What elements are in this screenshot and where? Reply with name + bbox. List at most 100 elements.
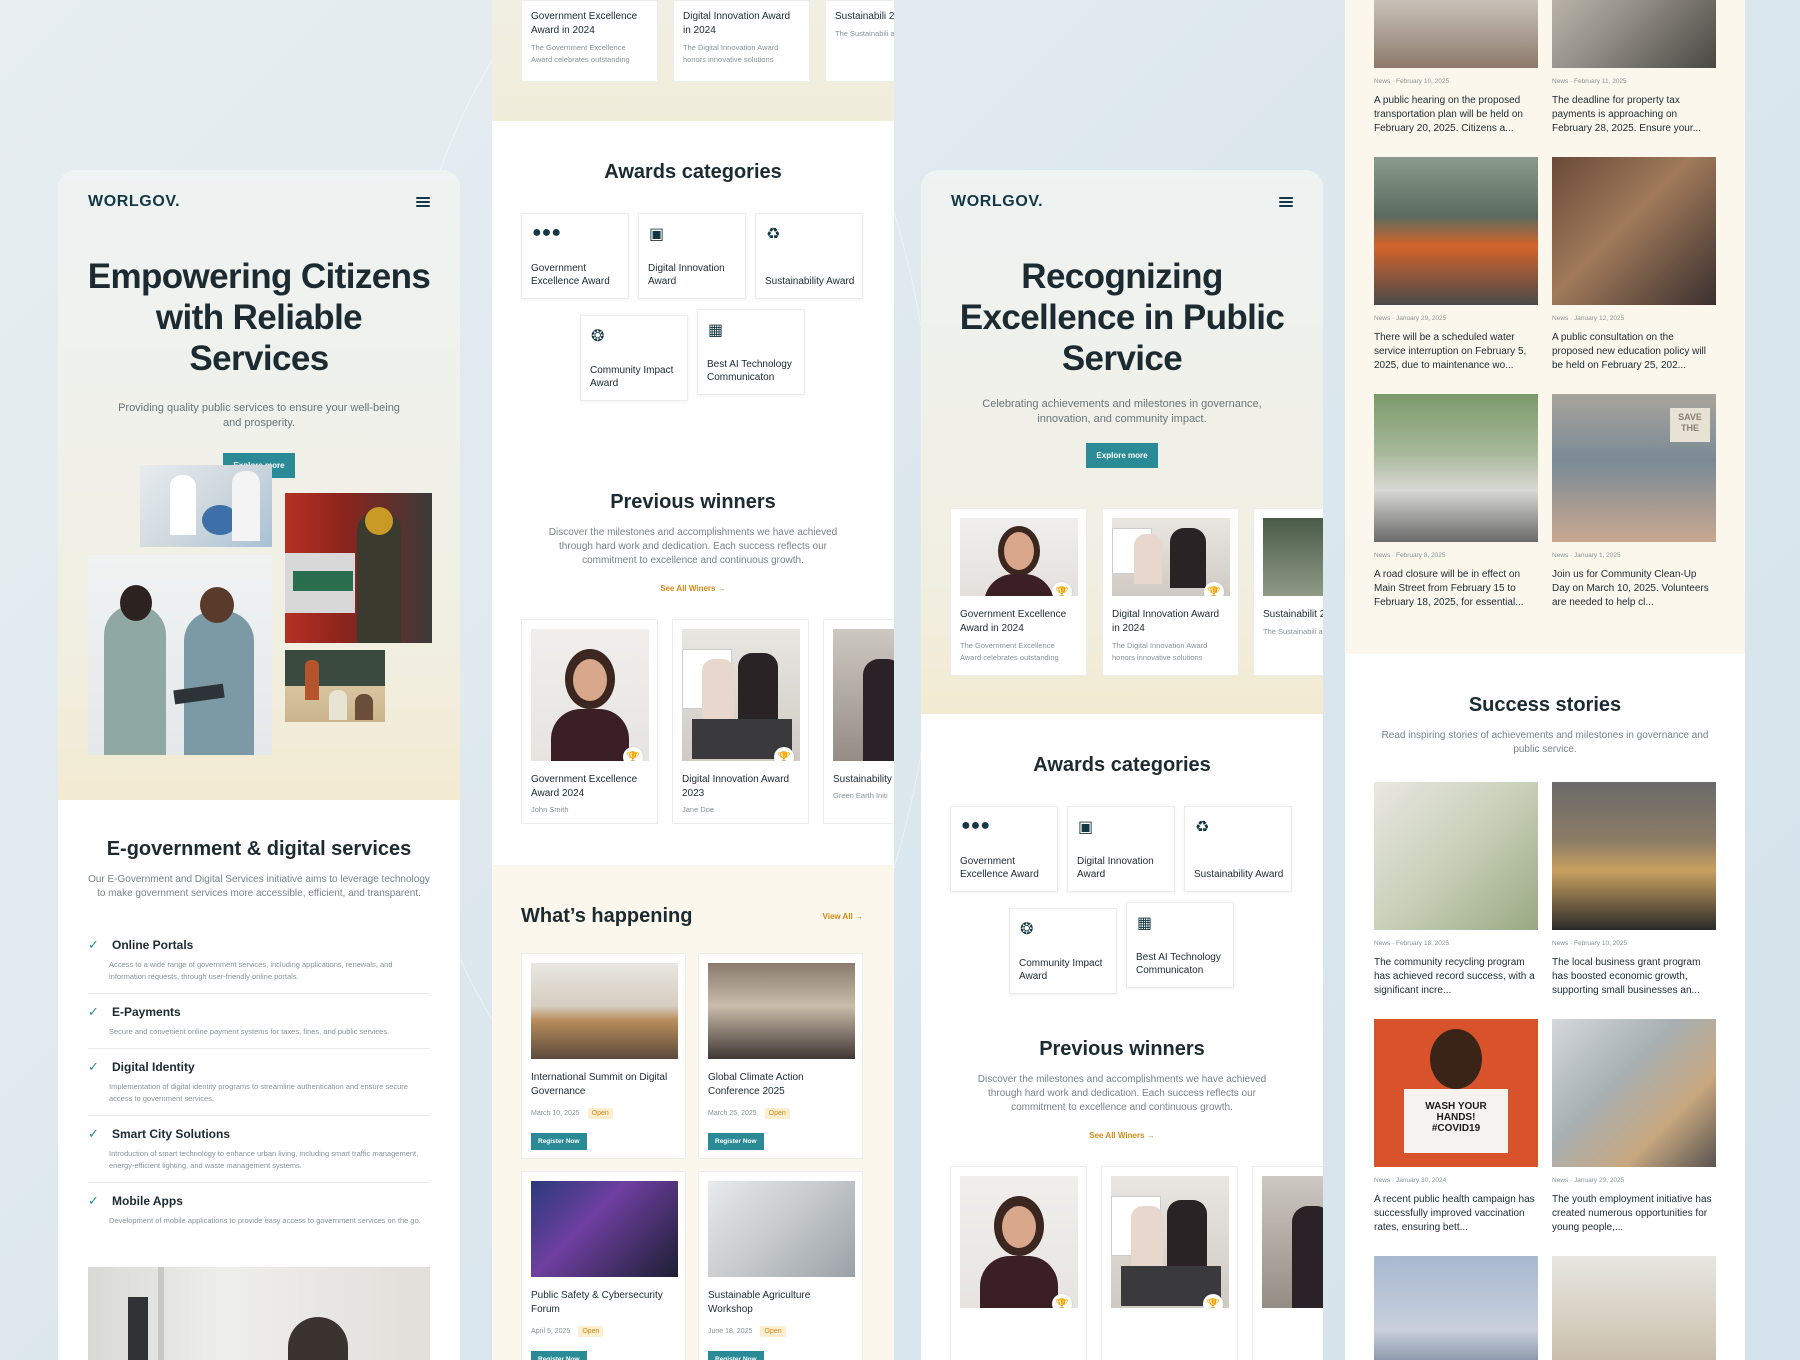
category-card[interactable]: ●●● Government Excellence Award — [521, 213, 629, 299]
news-card[interactable]: News · February 11, 2025 The deadline fo… — [1552, 0, 1716, 136]
news-title: A public consultation on the proposed ne… — [1552, 332, 1706, 371]
news-card[interactable]: News · January 29, 2025 There will be a … — [1374, 157, 1538, 373]
award-card[interactable]: Sustainabili 2024 The Sustainabili ackno… — [825, 0, 894, 82]
chip-icon: ▣ — [649, 226, 665, 243]
group-icon: ●●● — [961, 817, 990, 834]
register-now-button[interactable]: Register Now — [531, 1133, 587, 1150]
showcase-canvas: WORLGOV. Empowering Citizens with Reliab… — [0, 0, 1800, 1360]
story-photo — [1552, 1019, 1716, 1167]
news-photo — [1552, 0, 1716, 68]
award-card-title: Sustainabili 2024 — [835, 11, 894, 22]
logo[interactable]: WORLGOV. — [88, 193, 180, 211]
mobile-screen-recognition: WORLGOV. Recognizing Excellence in Publi… — [921, 170, 1323, 1360]
category-card[interactable]: ●●● Government Excellence Award — [950, 806, 1058, 892]
success-stories-title: Success stories — [1468, 694, 1622, 716]
winner-photo: 🏆 — [960, 1176, 1078, 1308]
category-label: Community Impact Award — [1019, 958, 1103, 982]
register-now-button[interactable]: Register Now — [708, 1351, 764, 1360]
event-date: March 25, 2025 — [708, 1110, 757, 1117]
winner-card[interactable]: Sustainability 2022 Green Earth Initi — [823, 619, 894, 824]
winner-card[interactable] — [1252, 1166, 1323, 1360]
awards-categories-section: Awards categories ●●● Government Excelle… — [492, 121, 894, 451]
story-photo — [1374, 1256, 1538, 1360]
story-photo — [1374, 782, 1538, 930]
category-card[interactable]: ▦ Best AI Technology Communicaton — [1126, 902, 1234, 988]
service-item[interactable]: ✓ Mobile Apps Development of mobile appli… — [88, 1183, 430, 1237]
category-label: Community Impact Award — [590, 365, 674, 389]
story-card[interactable] — [1552, 1256, 1716, 1360]
award-card[interactable]: Digital Innovation Award in 2024 The Dig… — [673, 0, 810, 82]
news-meta: News · January 12, 2025 — [1552, 315, 1625, 322]
previous-winners-title: Previous winners — [610, 491, 776, 513]
services-title: E-government & digital services — [106, 838, 412, 860]
story-meta: News · February 10, 2025 — [1552, 940, 1628, 947]
award-highlight-card[interactable]: 🏆 Government Excellence Award in 2024 Th… — [950, 508, 1087, 676]
whats-happening-section: What’s happening View All → Internationa… — [492, 865, 894, 1360]
story-card[interactable]: News · February 10, 2025 The local busin… — [1552, 782, 1716, 998]
service-item[interactable]: ✓ Smart City Solutions Introduction of sm… — [88, 1116, 430, 1183]
story-meta: News · January 29, 2025 — [1552, 1177, 1625, 1184]
news-card[interactable]: News · February 10, 2025 A public hearin… — [1374, 0, 1538, 136]
winner-card[interactable]: 🏆 Government Excellence Award 2024 John … — [521, 619, 658, 824]
event-card[interactable]: International Summit on Digital Governan… — [521, 953, 686, 1159]
mobile-screen-awards: Government Excellence Award in 2024 The … — [492, 0, 894, 1360]
photo-lab-workers — [140, 465, 272, 547]
hamburger-menu-icon[interactable] — [1279, 197, 1293, 207]
event-card[interactable]: Public Safety & Cybersecurity Forum Apri… — [521, 1171, 686, 1360]
news-meta: News · February 11, 2025 — [1552, 78, 1627, 85]
category-card[interactable]: ♻ Sustainability Award — [755, 213, 863, 299]
register-now-button[interactable]: Register Now — [531, 1351, 587, 1360]
logo[interactable]: WORLGOV. — [951, 193, 1043, 211]
status-badge: Open — [578, 1326, 604, 1337]
winner-title: Government Excellence Award 2024 — [531, 774, 638, 799]
award-card[interactable]: Government Excellence Award in 2024 The … — [521, 0, 658, 82]
category-label: Best AI Technology Communicaton — [707, 359, 792, 383]
service-item[interactable]: ✓ E-Payments Secure and convenient online… — [88, 994, 430, 1049]
news-title: The deadline for property tax payments i… — [1552, 95, 1701, 134]
category-card[interactable]: ▦ Best AI Technology Communicaton — [697, 309, 805, 395]
category-card[interactable]: ▣ Digital Innovation Award — [1067, 806, 1175, 892]
photo-office-desk — [88, 1267, 430, 1360]
story-card[interactable] — [1374, 1256, 1538, 1360]
category-card[interactable]: ❂ Community Impact Award — [580, 315, 688, 401]
winner-card[interactable]: 🏆 — [1101, 1166, 1238, 1360]
hero-subtitle: Providing quality public services to ens… — [118, 402, 400, 429]
news-title: Join us for Community Clean-Up Day on Ma… — [1552, 569, 1709, 608]
winner-photo: 🏆 — [531, 629, 649, 761]
trophy-icon: 🏆 — [774, 747, 794, 761]
photo-nurses-tablet — [88, 555, 272, 755]
status-badge: Open — [764, 1108, 790, 1119]
see-all-winners-link[interactable]: See All Winers → — [1089, 1131, 1154, 1140]
winner-card[interactable]: 🏆 Digital Innovation Award 2023 Jane Doe — [672, 619, 809, 824]
news-card[interactable]: News · February 8, 2025 A road closure w… — [1374, 394, 1538, 610]
award-highlight-card[interactable]: Sustainabilit 2024 The Sustainabili ackn… — [1253, 508, 1323, 676]
award-title: Sustainabilit 2024 — [1263, 609, 1323, 620]
category-card[interactable]: ❂ Community Impact Award — [1009, 908, 1117, 994]
see-all-winners-link[interactable]: See All Winers → — [660, 584, 725, 593]
category-label: Digital Innovation Award — [648, 263, 725, 287]
hero-title: Empowering Citizens with Reliable Servic… — [87, 257, 431, 378]
service-item[interactable]: ✓ Digital Identity Implementation of digi… — [88, 1049, 430, 1116]
news-card[interactable]: News · January 12, 2025 A public consult… — [1552, 157, 1716, 373]
story-card[interactable]: News · January 29, 2025 The youth employ… — [1552, 1019, 1716, 1235]
hamburger-menu-icon[interactable] — [416, 197, 430, 207]
category-card[interactable]: ♻ Sustainability Award — [1184, 806, 1292, 892]
award-highlight-card[interactable]: 🏆 Digital Innovation Award in 2024 The D… — [1102, 508, 1239, 676]
previous-winners-section: Previous winners Discover the milestones… — [492, 451, 894, 865]
service-item[interactable]: ✓ Online Portals Access to a wide range o… — [88, 927, 430, 994]
explore-more-button[interactable]: Explore more — [1086, 443, 1158, 468]
winner-card[interactable]: 🏆 — [950, 1166, 1087, 1360]
story-card[interactable]: News · February 18, 2025 The community r… — [1374, 782, 1538, 998]
story-card[interactable]: WASH YOUR HANDS! #COVID19 News · January… — [1374, 1019, 1538, 1235]
check-icon: ✓ — [88, 1059, 99, 1074]
view-all-link[interactable]: View All → — [823, 912, 863, 921]
event-card[interactable]: Sustainable Agriculture Workshop June 18… — [698, 1171, 863, 1360]
story-photo — [1552, 782, 1716, 930]
event-card[interactable]: Global Climate Action Conference 2025 Ma… — [698, 953, 863, 1159]
photo-classroom — [285, 650, 385, 722]
photo-firefighter — [285, 493, 432, 643]
register-now-button[interactable]: Register Now — [708, 1133, 764, 1150]
arrow-right-icon: → — [1146, 1131, 1155, 1140]
news-card[interactable]: SAVE THE News · January 1, 2025 Join us … — [1552, 394, 1716, 610]
category-card[interactable]: ▣ Digital Innovation Award — [638, 213, 746, 299]
